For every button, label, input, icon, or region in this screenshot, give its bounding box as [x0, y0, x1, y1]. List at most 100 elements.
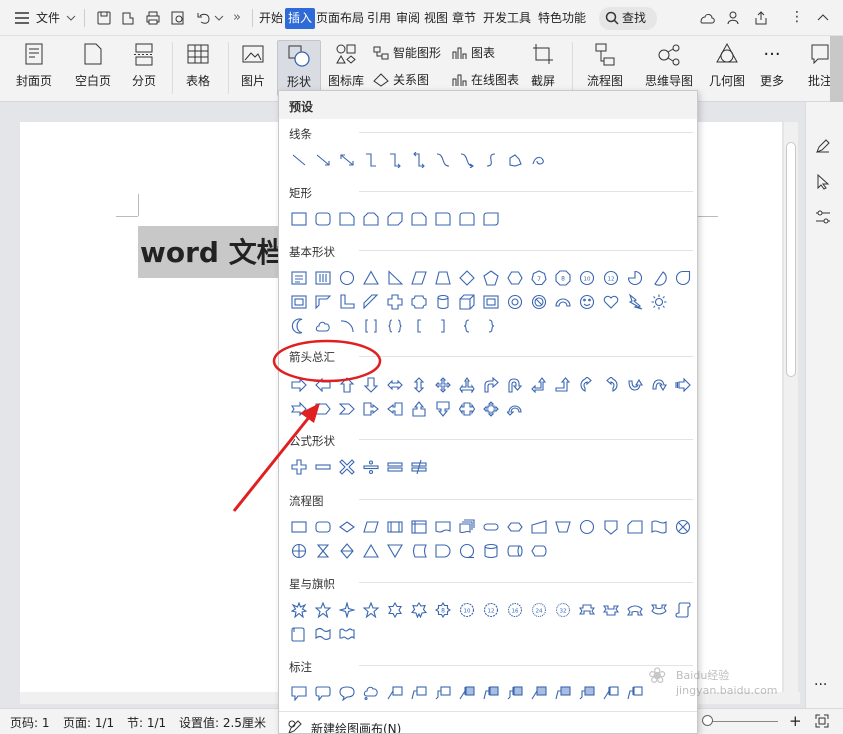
- pentagon-arrow-shape[interactable]: [311, 399, 335, 419]
- chevron-down-icon[interactable]: [66, 12, 76, 26]
- heart-shape[interactable]: [599, 292, 623, 312]
- lightning-bolt-shape[interactable]: [623, 292, 647, 312]
- notched-right-arrow-shape[interactable]: [287, 399, 311, 419]
- down-arrow-shape[interactable]: [359, 375, 383, 395]
- oval-callout-shape[interactable]: [335, 683, 359, 703]
- more-tools-icon[interactable]: »: [233, 10, 241, 25]
- tab-chapter[interactable]: 章节: [452, 11, 476, 25]
- flow-sort-shape[interactable]: [335, 541, 359, 561]
- curved-ribbon-up-shape[interactable]: [623, 600, 647, 620]
- round-same-side-rectangle-shape[interactable]: [455, 209, 479, 229]
- snip-same-side-rectangle-shape[interactable]: [359, 209, 383, 229]
- online-chart-button[interactable]: 在线图表: [451, 71, 519, 88]
- flow-terminator-shape[interactable]: [479, 517, 503, 537]
- new-canvas-button[interactable]: 新建绘图画布(N): [311, 720, 401, 733]
- curved-left-arrow-shape[interactable]: [599, 375, 623, 395]
- trapezoid-shape[interactable]: [431, 268, 455, 288]
- star-16-shape[interactable]: 16: [503, 600, 527, 620]
- rounded-rect-callout-shape[interactable]: [311, 683, 335, 703]
- flowchart-button[interactable]: 流程图: [580, 40, 630, 96]
- bevel-shape[interactable]: [479, 292, 503, 312]
- snip-diagonal-rectangle-shape[interactable]: [383, 209, 407, 229]
- section-count[interactable]: 节: 1/1: [127, 714, 166, 731]
- line-callout-2-shape[interactable]: [407, 683, 431, 703]
- flow-card-shape[interactable]: [623, 517, 647, 537]
- star-10-shape[interactable]: 10: [455, 600, 479, 620]
- line-shape[interactable]: [287, 150, 311, 170]
- star-4-shape[interactable]: [335, 600, 359, 620]
- arc-shape[interactable]: [335, 316, 359, 336]
- cross-shape[interactable]: [383, 292, 407, 312]
- accent-border-callout-2-shape[interactable]: [623, 683, 647, 703]
- flow-collate-shape[interactable]: [311, 541, 335, 561]
- double-wave-shape[interactable]: [335, 624, 359, 644]
- zoom-handle[interactable]: [702, 715, 713, 726]
- zoom-in-icon[interactable]: +: [789, 712, 802, 730]
- elbow-connector-shape[interactable]: [359, 150, 383, 170]
- hamburger-icon[interactable]: [14, 11, 30, 25]
- right-bracket-shape[interactable]: [431, 316, 455, 336]
- setting-value[interactable]: 设置值: 2.5厘米: [179, 714, 266, 731]
- flow-offpage-connector-shape[interactable]: [599, 517, 623, 537]
- up-arrow-callout-shape[interactable]: [407, 399, 431, 419]
- flow-display-shape[interactable]: [527, 541, 551, 561]
- minus-shape[interactable]: [311, 457, 335, 477]
- left-right-arrow-shape[interactable]: [383, 375, 407, 395]
- fullscreen-icon[interactable]: [815, 714, 829, 731]
- shape-button[interactable]: 形状: [277, 40, 321, 96]
- curved-up-arrow-shape[interactable]: [623, 375, 647, 395]
- flow-data-shape[interactable]: [359, 517, 383, 537]
- star-7-shape[interactable]: [407, 600, 431, 620]
- snip-corner-rectangle-shape[interactable]: [335, 209, 359, 229]
- round-diagonal-rectangle-shape[interactable]: [479, 209, 503, 229]
- vertical-scrollbar[interactable]: [784, 122, 798, 697]
- left-right-up-arrow-shape[interactable]: [455, 375, 479, 395]
- flow-summing-junction-shape[interactable]: [671, 517, 695, 537]
- geometry-button[interactable]: 几何图: [707, 40, 747, 96]
- striped-right-arrow-shape[interactable]: [671, 375, 695, 395]
- cursor-icon[interactable]: [816, 173, 830, 193]
- quad-arrow-shape[interactable]: [431, 375, 455, 395]
- pen-icon[interactable]: [815, 138, 831, 157]
- diamond-shape[interactable]: [455, 268, 479, 288]
- diagonal-stripe-shape[interactable]: [359, 292, 383, 312]
- vertical-text-box-shape[interactable]: [311, 268, 335, 288]
- divide-shape[interactable]: [359, 457, 383, 477]
- sun-shape[interactable]: [647, 292, 671, 312]
- double-brace-shape[interactable]: [383, 316, 407, 336]
- icon-library-button[interactable]: 图标库: [324, 40, 368, 96]
- right-triangle-shape[interactable]: [383, 268, 407, 288]
- cube-shape[interactable]: [455, 292, 479, 312]
- page-break-button[interactable]: 分页: [124, 40, 164, 96]
- flow-extract-shape[interactable]: [359, 541, 383, 561]
- ribbon-down-shape[interactable]: [599, 600, 623, 620]
- flow-predefined-process-shape[interactable]: [383, 517, 407, 537]
- parallelogram-shape[interactable]: [407, 268, 431, 288]
- left-arrow-callout-shape[interactable]: [383, 399, 407, 419]
- flow-direct-access-shape[interactable]: [503, 541, 527, 561]
- tab-references[interactable]: 引用: [367, 11, 391, 25]
- cover-page-button[interactable]: 封面页: [8, 40, 60, 96]
- half-frame-shape[interactable]: [311, 292, 335, 312]
- save-icon[interactable]: [96, 10, 112, 29]
- star-5-shape[interactable]: [311, 600, 335, 620]
- octagon-shape[interactable]: 8: [551, 268, 575, 288]
- picture-button[interactable]: 图片: [233, 40, 273, 96]
- l-shape[interactable]: [335, 292, 359, 312]
- undo-icon[interactable]: [196, 10, 212, 29]
- file-menu[interactable]: 文件: [36, 11, 60, 25]
- comment-button[interactable]: 批注: [808, 40, 832, 96]
- rectangle-shape[interactable]: [287, 209, 311, 229]
- zoom-slider[interactable]: [704, 721, 778, 722]
- rect-callout-shape[interactable]: [287, 683, 311, 703]
- equal-shape[interactable]: [383, 457, 407, 477]
- u-turn-arrow-shape[interactable]: [503, 375, 527, 395]
- left-brace-shape[interactable]: [455, 316, 479, 336]
- line-callout-1-shape[interactable]: [383, 683, 407, 703]
- plaque-shape[interactable]: [407, 292, 431, 312]
- tab-view[interactable]: 视图: [424, 11, 448, 25]
- curved-right-arrow-shape[interactable]: [575, 375, 599, 395]
- star-32-shape[interactable]: 32: [551, 600, 575, 620]
- star-8-shape[interactable]: 8: [431, 600, 455, 620]
- not-equal-shape[interactable]: [407, 457, 431, 477]
